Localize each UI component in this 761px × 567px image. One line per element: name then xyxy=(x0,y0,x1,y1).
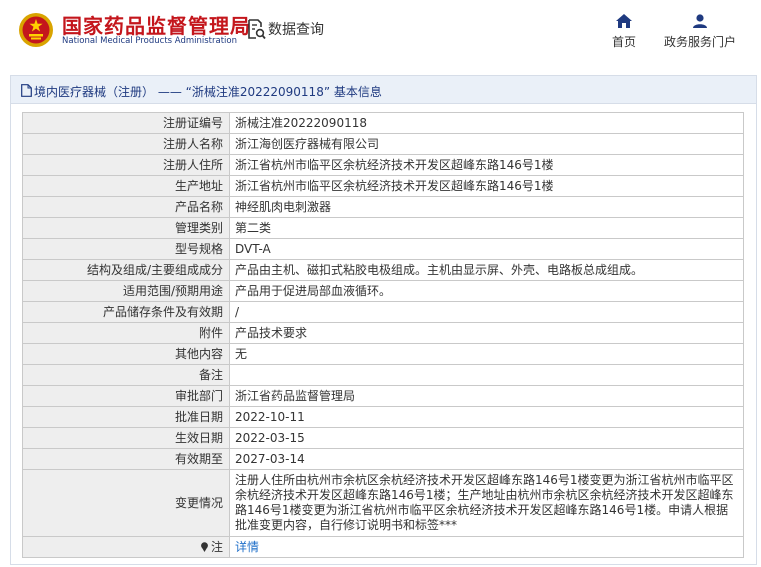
document-icon xyxy=(21,84,32,97)
field-label: 结构及组成/主要组成成分 xyxy=(22,259,230,281)
field-label: 审批部门 xyxy=(22,385,230,407)
registration-info-table: 注册证编号 浙械注准20222090118 注册人名称 浙江海创医疗器械有限公司… xyxy=(22,112,744,558)
field-value: 2022-03-15 xyxy=(229,427,744,449)
field-value: 浙江省药品监督管理局 xyxy=(229,385,744,407)
field-label: 管理类别 xyxy=(22,217,230,239)
field-label: 产品储存条件及有效期 xyxy=(22,301,230,323)
data-query-label: 数据查询 xyxy=(268,22,324,38)
field-label: 备注 xyxy=(22,364,230,386)
field-value: 第二类 xyxy=(229,217,744,239)
field-label: 变更情况 xyxy=(22,469,230,537)
field-value: 产品由主机、磁扣式粘胶电极组成。主机由显示屏、外壳、电路板总成组成。 xyxy=(229,259,744,281)
table-row: 管理类别 第二类 xyxy=(22,217,744,239)
table-row: 附件 产品技术要求 xyxy=(22,322,744,344)
field-value: 产品用于促进局部血液循环。 xyxy=(229,280,744,302)
table-row: 审批部门 浙江省药品监督管理局 xyxy=(22,385,744,407)
table-row: 有效期至 2027-03-14 xyxy=(22,448,744,470)
table-row: 注册人住所 浙江省杭州市临平区余杭经济技术开发区超峰东路146号1楼 xyxy=(22,154,744,176)
table-row: 注册证编号 浙械注准20222090118 xyxy=(22,112,744,134)
field-label: 附件 xyxy=(22,322,230,344)
field-value: 浙械注准20222090118 xyxy=(229,112,744,134)
nav-service-portal-label: 政务服务门户 xyxy=(663,35,736,49)
nav-service-portal[interactable]: 政务服务门户 xyxy=(656,14,744,50)
field-value: 详情 xyxy=(229,536,744,558)
field-value: 2027-03-14 xyxy=(229,448,744,470)
field-value: 浙江海创医疗器械有限公司 xyxy=(229,133,744,155)
user-icon xyxy=(693,14,707,28)
nav-home-label: 首页 xyxy=(611,35,636,49)
site-title: 国家药品监督管理局 xyxy=(62,14,251,38)
field-value: 神经肌肉电刺激器 xyxy=(229,196,744,218)
table-row: 注册人名称 浙江海创医疗器械有限公司 xyxy=(22,133,744,155)
note-label-cell: 注 xyxy=(22,536,230,558)
details-link[interactable]: 详情 xyxy=(235,540,259,554)
field-label: 注册人住所 xyxy=(22,154,230,176)
table-row: 生产地址 浙江省杭州市临平区余杭经济技术开发区超峰东路146号1楼 xyxy=(22,175,744,197)
field-value: 无 xyxy=(229,343,744,365)
field-label: 型号规格 xyxy=(22,238,230,260)
field-value: DVT-A xyxy=(229,238,744,260)
field-value: / xyxy=(229,301,744,323)
field-label: 生效日期 xyxy=(22,427,230,449)
field-label: 生产地址 xyxy=(22,175,230,197)
table-row: 产品储存条件及有效期 / xyxy=(22,301,744,323)
field-value: 2022-10-11 xyxy=(229,406,744,428)
field-label: 产品名称 xyxy=(22,196,230,218)
field-value: 产品技术要求 xyxy=(229,322,744,344)
note-label: 注 xyxy=(210,539,223,554)
field-label: 注册人名称 xyxy=(22,133,230,155)
field-label: 批准日期 xyxy=(22,406,230,428)
panel-header: 境内医疗器械（注册） —— “浙械注准20222090118” 基本信息 xyxy=(11,76,756,104)
table-row: 批准日期 2022-10-11 xyxy=(22,406,744,428)
document-search-icon xyxy=(248,19,266,40)
home-icon xyxy=(616,14,632,28)
site-header: 国家药品监督管理局 National Medical Products Admi… xyxy=(0,0,761,64)
field-value: 浙江省杭州市临平区余杭经济技术开发区超峰东路146号1楼 xyxy=(229,154,744,176)
site-subtitle: National Medical Products Administration xyxy=(62,36,237,46)
table-row: 产品名称 神经肌肉电刺激器 xyxy=(22,196,744,218)
table-row: 型号规格 DVT-A xyxy=(22,238,744,260)
field-label: 其他内容 xyxy=(22,343,230,365)
table-row: 结构及组成/主要组成成分 产品由主机、磁扣式粘胶电极组成。主机由显示屏、外壳、电… xyxy=(22,259,744,281)
table-row: 备注 xyxy=(22,364,744,386)
info-panel: 境内医疗器械（注册） —— “浙械注准20222090118” 基本信息 注册证… xyxy=(10,75,757,565)
field-value xyxy=(229,364,744,386)
table-row: 其他内容 无 xyxy=(22,343,744,365)
field-value: 浙江省杭州市临平区余杭经济技术开发区超峰东路146号1楼 xyxy=(229,175,744,197)
nav-home[interactable]: 首页 xyxy=(604,14,644,50)
national-emblem-icon xyxy=(19,13,53,47)
field-label: 注册证编号 xyxy=(22,112,230,134)
field-label: 有效期至 xyxy=(22,448,230,470)
table-row: 变更情况 注册人住所由杭州市余杭区余杭经济技术开发区超峰东路146号1楼变更为浙… xyxy=(22,469,744,537)
field-value: 注册人住所由杭州市余杭区余杭经济技术开发区超峰东路146号1楼变更为浙江省杭州市… xyxy=(229,469,744,537)
panel-title: 境内医疗器械（注册） —— “浙械注准20222090118” 基本信息 xyxy=(34,85,382,99)
table-row: 生效日期 2022-03-15 xyxy=(22,427,744,449)
table-row: 适用范围/预期用途 产品用于促进局部血液循环。 xyxy=(22,280,744,302)
field-label: 适用范围/预期用途 xyxy=(22,280,230,302)
table-row: 注 详情 xyxy=(22,536,744,558)
pin-icon xyxy=(201,541,208,552)
